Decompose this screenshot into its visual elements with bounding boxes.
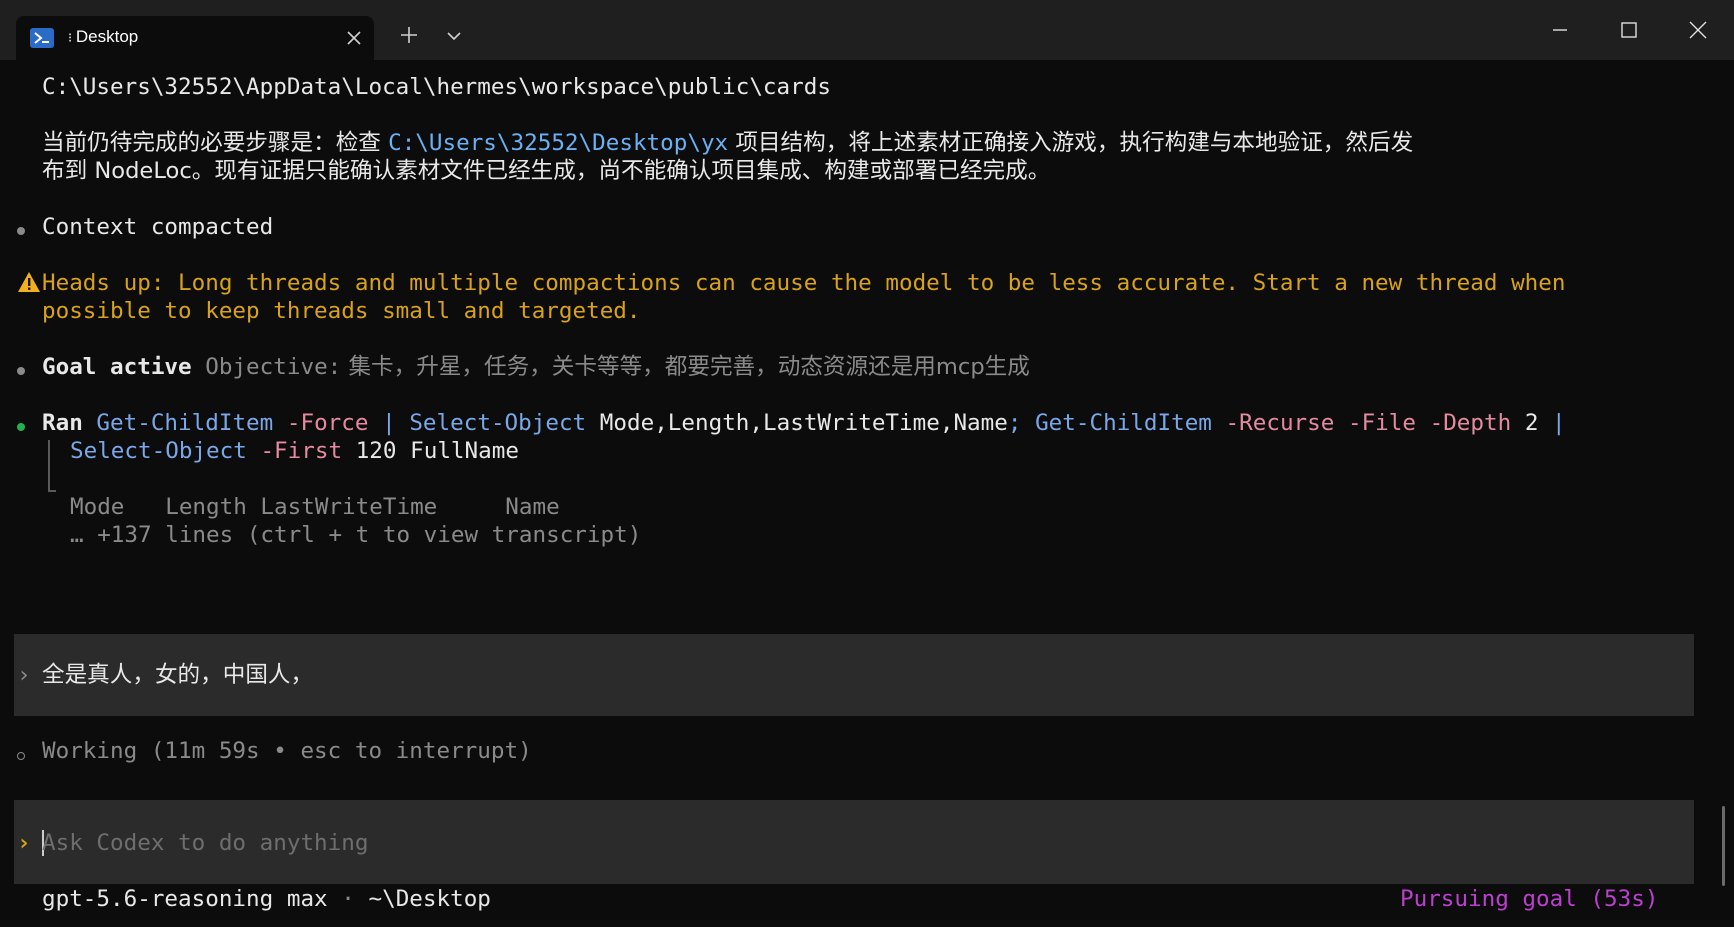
user-message: 全是真人，女的，中国人， — [42, 662, 314, 688]
status-line: gpt-5.6-reasoning max · ~\Desktop — [42, 885, 491, 913]
goal-label: Goal active — [42, 354, 192, 380]
tab-desktop[interactable]: ⁝ Desktop — [16, 16, 374, 60]
steps-suffix: 项目结构，将上述素材正确接入游戏，执行构建与本地验证，然后发 — [728, 130, 1414, 156]
goal-line: Goal active Objective: 集卡，升星，任务，关卡等等，都要完… — [42, 353, 1030, 381]
ran-label: Ran — [42, 410, 83, 436]
working-status: Working (11m 59s • esc to interrupt) — [42, 738, 532, 764]
warning-icon — [17, 271, 41, 293]
steps-prefix: 当前仍待完成的必要步骤是：检查 — [42, 130, 389, 156]
chevron-right-icon: › — [17, 662, 31, 688]
command-token: Get-ChildItem — [96, 410, 274, 436]
args-token: FullName — [410, 438, 519, 464]
value-token: 120 — [355, 438, 397, 464]
title-bar: ⁝ Desktop — [0, 0, 1734, 60]
warning-line-2: possible to keep threads small and targe… — [42, 298, 641, 324]
separator: · — [341, 886, 355, 912]
new-tab-plus-icon[interactable] — [396, 22, 422, 48]
args-token: Mode,Length,LastWriteTime,Name — [599, 410, 1008, 436]
terminal-output: C:\Users\32552\AppData\Local\hermes\work… — [0, 60, 1734, 927]
window-close-icon[interactable] — [1680, 14, 1716, 46]
powershell-icon — [30, 28, 54, 48]
output-header: Mode Length LastWriteTime Name — [70, 494, 560, 520]
warning-line-1: Heads up: Long threads and multiple comp… — [42, 270, 1566, 296]
tree-connector — [48, 490, 56, 492]
current-directory: ~\Desktop — [368, 886, 491, 912]
flag-token: -Recurse — [1225, 410, 1335, 436]
value-token: 2 — [1524, 410, 1539, 436]
steps-line-2: 布到 NodeLoc。现有证据只能确认素材文件已经生成，尚不能确认项目集成、构建… — [42, 158, 1051, 184]
pipe-token: | — [1552, 410, 1566, 436]
tree-connector — [48, 440, 50, 492]
close-icon[interactable] — [342, 26, 366, 50]
tab-title: ⁝ Desktop — [68, 27, 139, 46]
ran-line-1: Ran Get-ChildItem -Force | Select-Object… — [42, 409, 1566, 437]
flag-token: -First — [260, 438, 343, 464]
maximize-icon[interactable] — [1610, 14, 1646, 46]
working-spinner-icon — [17, 752, 25, 760]
context-compacted: Context compacted — [42, 214, 274, 240]
chevron-down-icon[interactable] — [442, 24, 466, 48]
command-token: Select-Object — [409, 410, 587, 436]
flag-token: -Depth — [1429, 410, 1512, 436]
goal-status: Pursuing goal (53s) — [1400, 886, 1659, 912]
bullet-icon — [17, 227, 25, 235]
prompt-input[interactable]: Ask Codex to do anything — [42, 829, 368, 857]
model-name: gpt-5.6-reasoning max — [42, 886, 328, 912]
flag-token: -Force — [286, 410, 369, 436]
semicolon-token: ; — [1007, 410, 1022, 436]
goal-objective-text: 集卡，升星，任务，关卡等等，都要完善，动态资源还是用mcp生成 — [341, 354, 1030, 380]
minimize-icon[interactable] — [1542, 14, 1578, 46]
ran-line-2: Select-Object -First 120 FullName — [70, 437, 519, 465]
more-lines-hint: … +137 lines (ctrl + t to view transcrip… — [70, 522, 642, 548]
terminal-window: ⁝ Desktop C:\Users\32552\AppData\Local\h… — [0, 0, 1734, 927]
command-token: Select-Object — [70, 438, 247, 464]
bullet-icon — [17, 367, 25, 375]
pipe-token: | — [382, 410, 396, 436]
steps-line-1: 当前仍待完成的必要步骤是：检查 C:\Users\32552\Desktop\y… — [42, 129, 1413, 157]
scrollbar[interactable] — [1722, 806, 1725, 886]
bullet-icon — [17, 423, 25, 431]
path-line: C:\Users\32552\AppData\Local\hermes\work… — [42, 74, 831, 100]
flag-token: -File — [1347, 410, 1416, 436]
command-token: Get-ChildItem — [1035, 410, 1212, 436]
goal-objective-label: Objective: — [205, 354, 342, 380]
steps-path: C:\Users\32552\Desktop\yx — [388, 130, 729, 156]
prompt-chevron-icon: › — [17, 830, 31, 856]
